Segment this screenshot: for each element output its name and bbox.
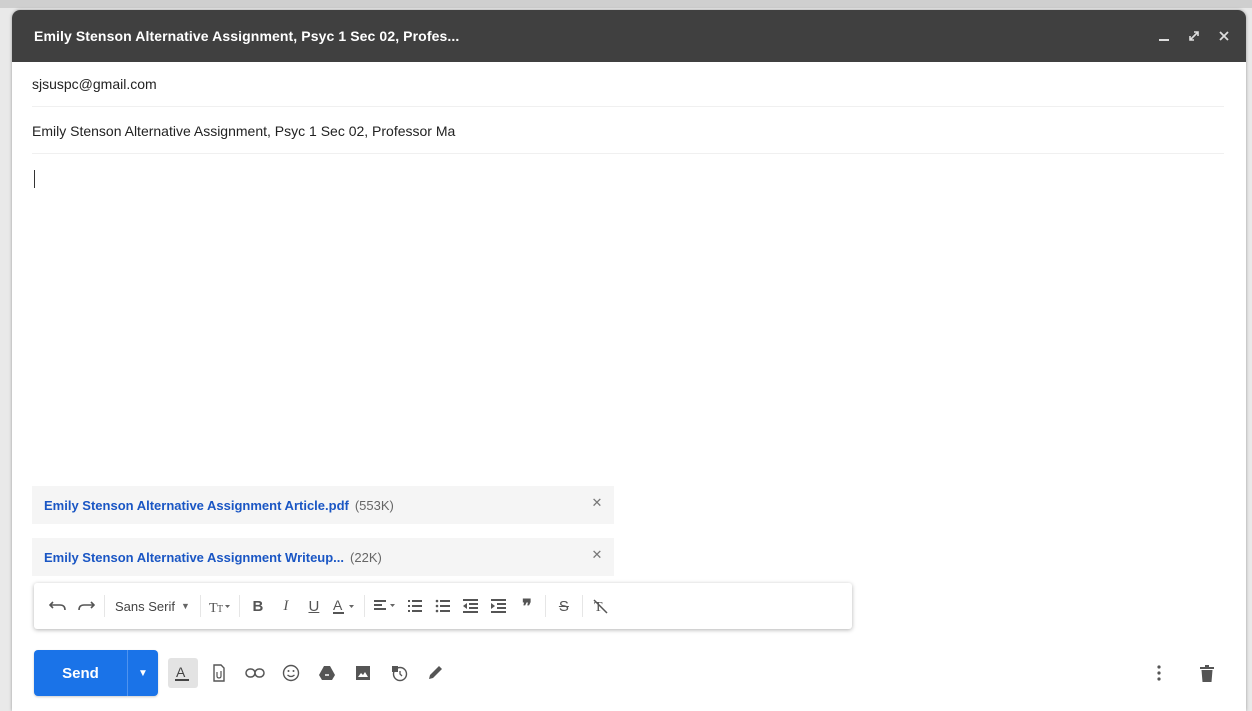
subject-text[interactable]: Emily Stenson Alternative Assignment, Ps… (32, 123, 455, 139)
confidential-mode-icon[interactable] (384, 658, 414, 688)
italic-icon[interactable]: I (272, 591, 300, 621)
attach-file-icon[interactable] (204, 658, 234, 688)
compose-title[interactable]: Emily Stenson Alternative Assignment, Ps… (34, 28, 459, 44)
attachment-name[interactable]: Emily Stenson Alternative Assignment Wri… (44, 550, 344, 565)
attachment-chip[interactable]: Emily Stenson Alternative Assignment Art… (32, 486, 614, 524)
compose-header: Emily Stenson Alternative Assignment, Ps… (12, 10, 1246, 62)
quote-icon[interactable]: ❞ (513, 591, 541, 621)
toolbar-divider (544, 595, 546, 617)
font-name: Sans Serif (115, 598, 175, 614)
minimize-icon[interactable] (1156, 28, 1172, 44)
toolbar-divider (363, 595, 365, 617)
schedule-send-dropdown[interactable]: ▼ (127, 650, 158, 696)
google-drive-icon[interactable] (312, 658, 342, 688)
font-size-icon[interactable]: TT (205, 591, 235, 621)
bottom-action-bar: Send ▼ A (34, 650, 1232, 696)
text-color-icon[interactable]: A (328, 591, 360, 621)
bold-icon[interactable]: B (244, 591, 272, 621)
subject-field[interactable]: Emily Stenson Alternative Assignment, Ps… (32, 109, 1224, 154)
fullscreen-icon[interactable] (1186, 28, 1202, 44)
compose-window: Emily Stenson Alternative Assignment, Ps… (12, 10, 1246, 711)
attachment-chip[interactable]: Emily Stenson Alternative Assignment Wri… (32, 538, 614, 576)
indent-less-icon[interactable] (457, 591, 485, 621)
toolbar-divider (238, 595, 240, 617)
numbered-list-icon[interactable] (401, 591, 429, 621)
message-body[interactable] (32, 160, 1224, 478)
formatting-options-icon[interactable]: A (168, 658, 198, 688)
recipient-address[interactable]: sjsuspc@gmail.com (32, 76, 157, 92)
redo-icon[interactable] (72, 591, 100, 621)
remove-formatting-icon[interactable]: T (587, 591, 615, 621)
svg-text:T: T (217, 604, 223, 614)
window-controls (1156, 10, 1232, 62)
more-options-icon[interactable] (1144, 658, 1174, 688)
strikethrough-icon[interactable]: S (550, 591, 578, 621)
background-page-strip (0, 0, 1252, 8)
attachment-size: (553K) (354, 497, 394, 513)
compose-options: A (168, 658, 450, 688)
formatting-toolbar: Sans Serif ▼ TT B I U A ❞ S T (34, 583, 852, 629)
svg-text:A: A (333, 597, 343, 613)
undo-icon[interactable] (44, 591, 72, 621)
to-field[interactable]: sjsuspc@gmail.com (32, 62, 1224, 107)
attachment-name[interactable]: Emily Stenson Alternative Assignment Art… (44, 498, 349, 513)
insert-link-icon[interactable] (240, 658, 270, 688)
insert-photo-icon[interactable] (348, 658, 378, 688)
underline-icon[interactable]: U (300, 591, 328, 621)
toolbar-divider (104, 595, 105, 617)
toolbar-divider (581, 595, 583, 617)
remove-attachment-icon[interactable]: ✕ (590, 496, 604, 510)
svg-text:A: A (176, 664, 186, 680)
send-button[interactable]: Send (34, 650, 127, 696)
text-cursor (34, 170, 35, 188)
bulleted-list-icon[interactable] (429, 591, 457, 621)
discard-draft-icon[interactable] (1192, 658, 1222, 688)
attachment-size: (22K) (350, 549, 382, 565)
align-icon[interactable] (369, 591, 401, 621)
remove-attachment-icon[interactable]: ✕ (590, 548, 604, 562)
compose-right-actions (1144, 650, 1222, 696)
chevron-down-icon: ▼ (180, 601, 190, 611)
font-select[interactable]: Sans Serif ▼ (109, 591, 196, 621)
toolbar-divider (199, 595, 201, 617)
insert-emoji-icon[interactable] (276, 658, 306, 688)
indent-more-icon[interactable] (485, 591, 513, 621)
signature-icon[interactable] (420, 658, 450, 688)
send-button-group: Send ▼ (34, 650, 158, 696)
close-icon[interactable] (1216, 28, 1232, 44)
